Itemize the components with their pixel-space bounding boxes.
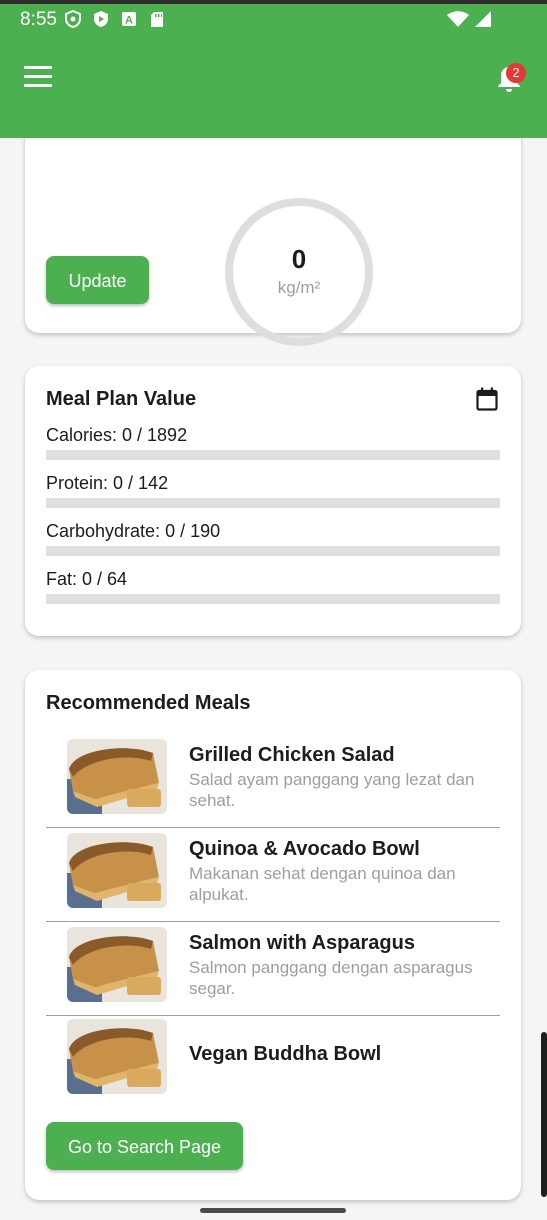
recommended-title: Recommended Meals (46, 692, 251, 714)
scrollbar-thumb[interactable] (541, 1032, 547, 1197)
meal-description: Salad ayam panggang yang lezat dan sehat… (189, 770, 475, 810)
svg-text:A: A (125, 15, 133, 27)
meal-description: Salmon panggang dengan asparagus segar. (189, 958, 473, 998)
status-right-icons (447, 11, 492, 33)
shield-icon (64, 10, 82, 28)
meal-name: Salmon with Asparagus (189, 932, 415, 954)
bmi-value: 0 (291, 244, 307, 274)
meal-image (67, 739, 167, 814)
notification-badge: 2 (506, 63, 526, 83)
meal-description: Makanan sehat dengan quinoa dan alpukat. (189, 864, 456, 904)
meal-name: Quinoa & Avocado Bowl (189, 838, 420, 860)
calories-progress-bar (46, 450, 500, 460)
text-a-icon: A (120, 10, 138, 28)
carbohydrate-progress-bar (46, 546, 500, 556)
meal-item[interactable]: Salmon with Asparagus Salmon panggang de… (46, 922, 500, 1016)
meal-name: Vegan Buddha Bowl (189, 1043, 382, 1065)
meal-plan-card: Meal Plan Value Calories: 0 / 1892 Prote… (25, 366, 521, 636)
status-time: 8:55 (20, 9, 57, 30)
status-bar-edge (0, 0, 547, 4)
protein-label: Protein: 0 / 142 (46, 473, 169, 493)
gesture-nav-handle[interactable] (200, 1208, 346, 1213)
meal-item[interactable]: Quinoa & Avocado Bowl Makanan sehat deng… (46, 828, 500, 922)
protein-progress-bar (46, 498, 500, 508)
meal-plan-title: Meal Plan Value (46, 388, 197, 410)
meal-item[interactable]: Grilled Chicken Salad Salad ayam panggan… (46, 734, 500, 828)
meal-item[interactable]: Vegan Buddha Bowl (46, 1014, 500, 1108)
fat-progress-bar (46, 594, 500, 604)
fat-label: Fat: 0 / 64 (46, 569, 128, 589)
update-button[interactable]: Update (46, 256, 149, 304)
go-to-search-button[interactable]: Go to Search Page (46, 1122, 243, 1170)
recommended-meals-card: Recommended Meals Grilled Chicken Salad … (25, 670, 521, 1200)
meal-name: Grilled Chicken Salad (189, 744, 395, 766)
sd-card-icon (148, 10, 166, 28)
status-icons: A (64, 10, 166, 28)
calories-label: Calories: 0 / 1892 (46, 425, 188, 445)
app-bar: 8:55 A 2 (0, 0, 547, 138)
calendar-icon[interactable] (476, 387, 498, 411)
signal-icon (475, 11, 492, 33)
wifi-icon (447, 11, 469, 33)
meal-image (67, 927, 167, 1002)
carbohydrate-label: Carbohydrate: 0 / 190 (46, 521, 221, 541)
hamburger-menu-icon[interactable] (24, 66, 52, 88)
play-protect-icon (92, 10, 110, 28)
meal-image (67, 1019, 167, 1094)
bmi-unit: kg/m² (277, 278, 321, 297)
meal-image (67, 833, 167, 908)
